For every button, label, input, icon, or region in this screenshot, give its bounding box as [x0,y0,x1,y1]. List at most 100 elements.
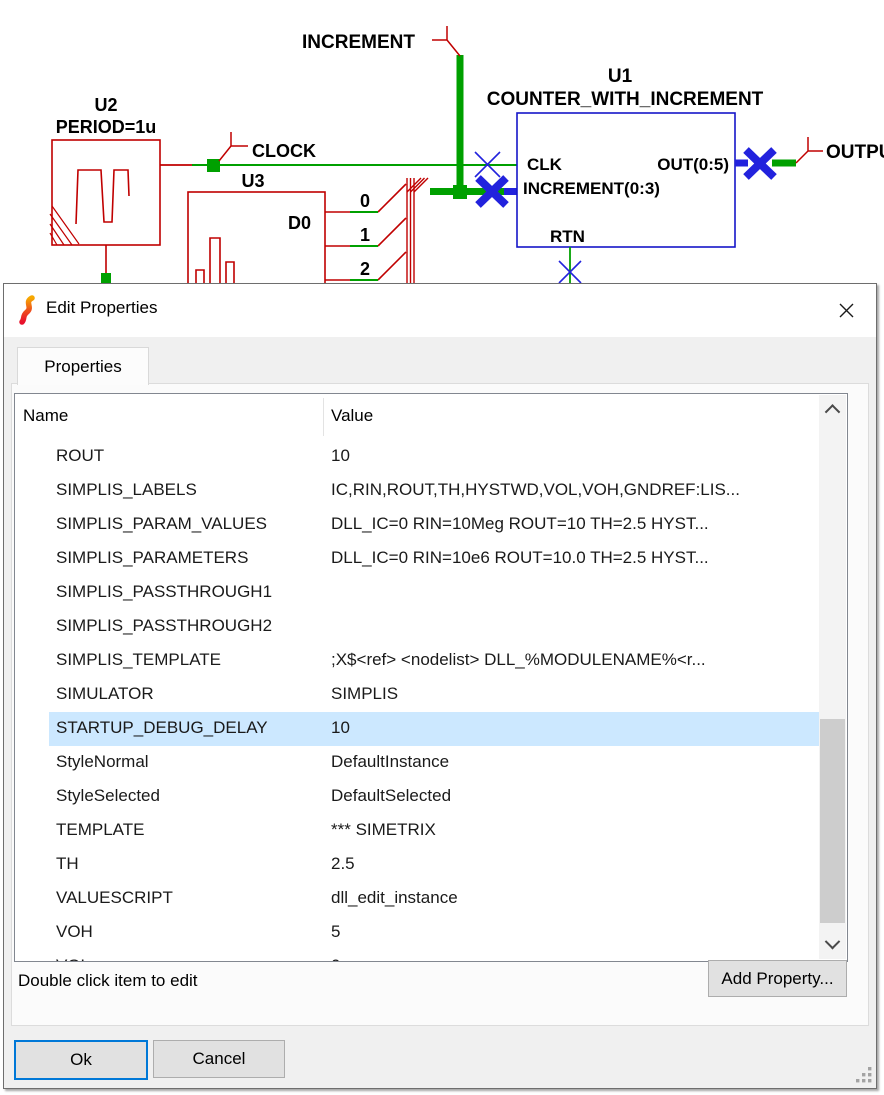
increment-terminal-icon [432,26,460,56]
row-highlight [49,678,835,712]
out-bus [735,150,796,177]
u1-pin-clk-label: CLK [527,155,563,174]
table-row[interactable]: VOH 5 [15,916,821,950]
row-highlight [49,440,835,474]
table-row[interactable]: VALUESCRIPT dll_edit_instance [15,882,821,916]
table-row[interactable]: STARTUP_DEBUG_DELAY 10 [15,712,821,746]
property-name: SIMPLIS_LABELS [56,480,197,500]
table-row[interactable]: ROUT 10 [15,440,821,474]
bus-bit1-label: 1 [360,225,370,245]
simetrix-flame-icon [16,295,38,325]
table-row[interactable]: SIMULATOR SIMPLIS [15,678,821,712]
property-value: 2.5 [331,854,355,874]
component-u2 [50,140,160,279]
u3-ref-label: U3 [241,171,264,191]
clock-terminal-icon [219,132,248,161]
property-value: SIMPLIS [331,684,398,704]
table-header[interactable]: Name Value [15,394,847,440]
table-row[interactable]: StyleSelected DefaultSelected [15,780,821,814]
scrollbar-thumb[interactable] [820,719,845,923]
column-header-value[interactable]: Value [331,406,373,426]
u1-name-label: COUNTER_WITH_INCREMENT [487,89,764,110]
u1-pin-out-label: OUT(0:5) [657,155,729,174]
property-value: DLL_IC=0 RIN=10e6 ROUT=10.0 TH=2.5 HYST.… [331,548,709,568]
property-name: SIMULATOR [56,684,154,704]
hint-text: Double click item to edit [18,971,198,991]
dialog-titlebar[interactable]: Edit Properties [4,284,876,337]
property-value: 0 [331,956,340,962]
property-table: Name Value ROUT 10 SIMPLIS_LABELS IC,RIN… [14,393,848,962]
table-row[interactable]: StyleNormal DefaultInstance [15,746,821,780]
property-rows: ROUT 10 SIMPLIS_LABELS IC,RIN,ROUT,TH,HY… [15,440,821,962]
table-row[interactable]: SIMPLIS_PASSTHROUGH2 [15,610,821,644]
output-net-label: OUTPUT [826,142,884,163]
table-row[interactable]: SIMPLIS_PARAM_VALUES DLL_IC=0 RIN=10Meg … [15,508,821,542]
table-row[interactable]: TEMPLATE *** SIMETRIX [15,814,821,848]
property-value: 10 [331,446,350,466]
property-value: 5 [331,922,340,942]
bus-bit2-label: 2 [360,259,370,279]
vertical-scrollbar[interactable] [819,395,846,959]
increment-bus [430,55,512,192]
property-name: SIMPLIS_PASSTHROUGH2 [56,616,272,636]
close-icon [839,303,854,318]
property-value: DLL_IC=0 RIN=10Meg ROUT=10 TH=2.5 HYST..… [331,514,709,534]
tab-properties[interactable]: Properties [17,347,149,385]
column-header-name[interactable]: Name [23,406,68,426]
u1-pin-increment-label: INCREMENT(0:3) [523,179,660,198]
property-name: SIMPLIS_PARAMETERS [56,548,248,568]
property-value: IC,RIN,ROUT,TH,HYSTWD,VOL,VOH,GNDREF:LIS… [331,480,740,500]
increment-net-label: INCREMENT [302,32,415,53]
row-highlight [49,814,835,848]
table-row[interactable]: SIMPLIS_TEMPLATE ;X$<ref> <nodelist> DLL… [15,644,821,678]
chevron-down-icon [825,933,841,949]
chevron-up-icon [825,404,841,420]
property-name: SIMPLIS_PASSTHROUGH1 [56,582,272,602]
u2-ref-label: U2 [94,95,117,115]
resize-grip[interactable] [856,1067,872,1083]
u1-ref-label: U1 [608,66,633,87]
property-name: ROUT [56,446,104,466]
property-value: 10 [331,718,350,738]
table-row[interactable]: SIMPLIS_LABELS IC,RIN,ROUT,TH,HYSTWD,VOL… [15,474,821,508]
property-name: VOH [56,922,93,942]
rtn-wire [559,247,581,288]
property-value: dll_edit_instance [331,888,458,908]
dialog-title: Edit Properties [46,298,158,318]
u1-pin-rtn-label: RTN [550,227,585,246]
row-highlight [49,916,835,950]
property-name: VOL [56,956,90,962]
close-button[interactable] [832,297,860,323]
edit-properties-dialog: Edit Properties Properties Name Value RO… [3,283,877,1089]
property-name: StyleNormal [56,752,149,772]
ok-button[interactable]: Ok [14,1040,148,1080]
table-row[interactable]: VOL 0 [15,950,821,962]
table-row[interactable]: SIMPLIS_PARAMETERS DLL_IC=0 RIN=10e6 ROU… [15,542,821,576]
property-name: TH [56,854,79,874]
output-terminal-icon [796,137,823,163]
property-name: TEMPLATE [56,820,144,840]
schematic-canvas: U2 PERIOD=1u CLOCK U3 D0 0 1 2 [0,0,884,290]
component-u3 [188,192,325,288]
red-bus [407,178,428,288]
table-row[interactable]: TH 2.5 [15,848,821,882]
add-property-button[interactable]: Add Property... [708,960,847,997]
cancel-button[interactable]: Cancel [153,1040,285,1078]
clock-net-label: CLOCK [252,141,316,161]
row-highlight [49,848,835,882]
property-name: VALUESCRIPT [56,888,173,908]
table-row[interactable]: SIMPLIS_PASSTHROUGH1 [15,576,821,610]
wire-junction [101,273,111,283]
u2-param-label: PERIOD=1u [56,117,157,137]
property-value: DefaultInstance [331,752,449,772]
scroll-down-button[interactable] [819,929,846,959]
property-name: STARTUP_DEBUG_DELAY [56,718,268,738]
property-name: SIMPLIS_PARAM_VALUES [56,514,267,534]
property-value: *** SIMETRIX [331,820,436,840]
scroll-up-button[interactable] [819,395,846,425]
bus-bit0-label: 0 [360,191,370,211]
property-value: DefaultSelected [331,786,451,806]
u3-pin-d0-label: D0 [288,213,311,233]
column-divider [323,398,324,436]
bus-junction [453,185,467,199]
